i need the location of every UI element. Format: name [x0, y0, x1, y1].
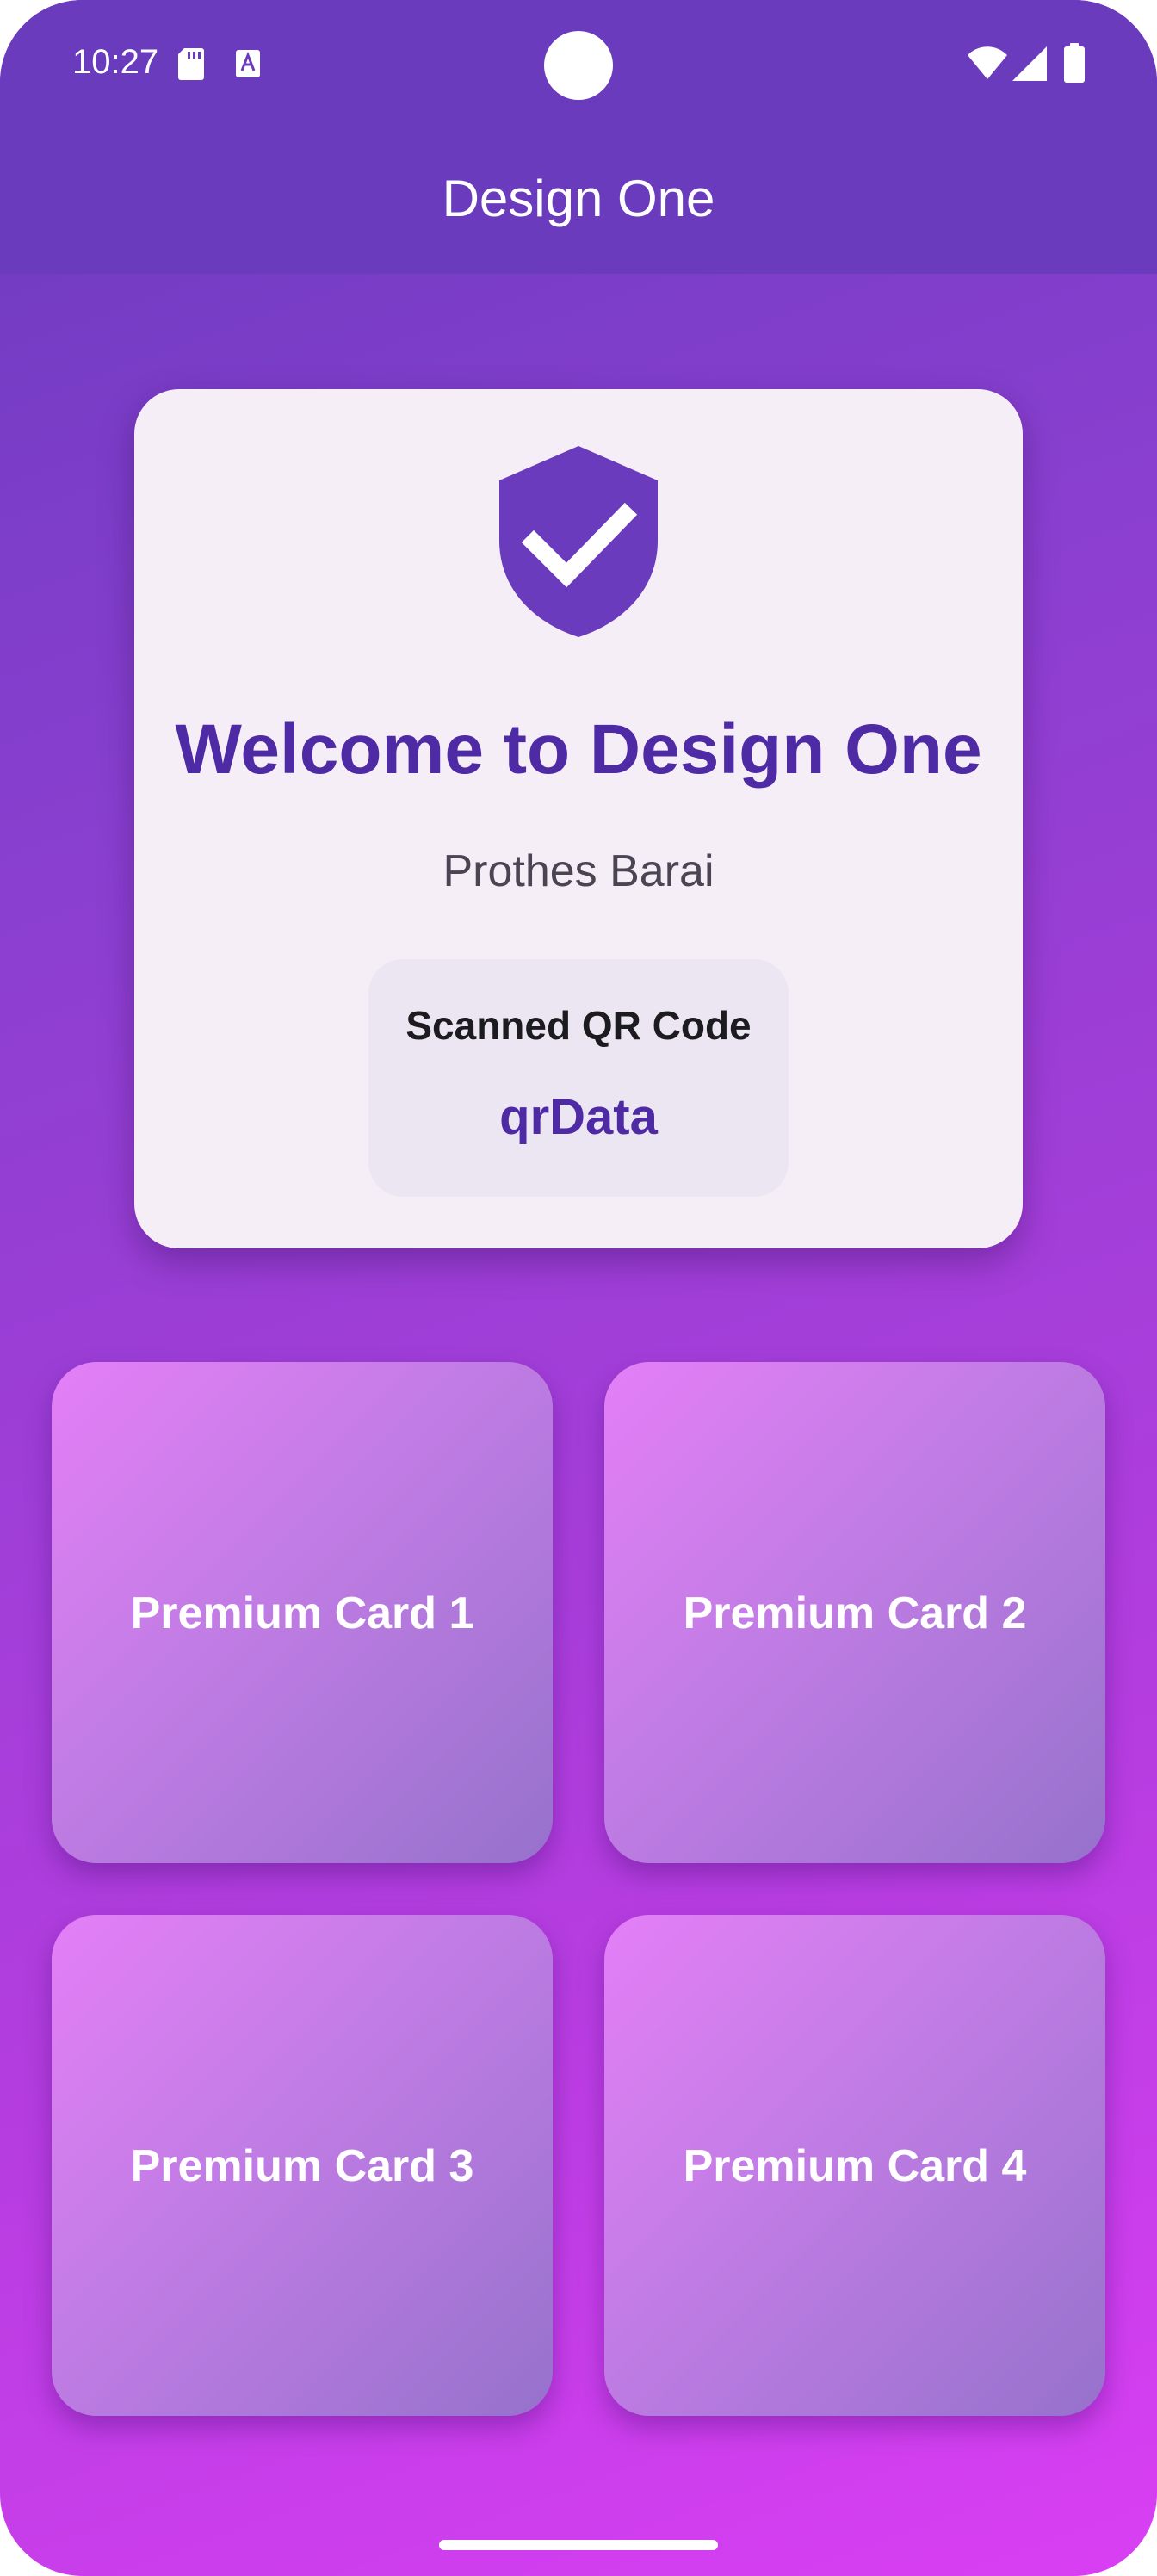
sd-card-icon	[177, 46, 205, 85]
shield-check-icon	[499, 446, 658, 637]
premium-card-2[interactable]: Premium Card 2	[604, 1362, 1105, 1863]
premium-card-label: Premium Card 4	[683, 2141, 1027, 2191]
home-indicator[interactable]	[439, 2540, 718, 2550]
battery-icon	[1064, 43, 1085, 87]
qr-value: qrData	[499, 1089, 658, 1145]
premium-card-3[interactable]: Premium Card 3	[52, 1915, 553, 2416]
signal-icon	[1012, 46, 1047, 85]
qr-label: Scanned QR Code	[405, 1003, 752, 1048]
premium-card-1[interactable]: Premium Card 1	[52, 1362, 553, 1863]
premium-card-label: Premium Card 3	[130, 2141, 474, 2191]
status-bar: 10:27	[0, 0, 1157, 129]
welcome-title: Welcome to Design One	[175, 710, 982, 789]
status-time: 10:27	[72, 43, 159, 81]
front-camera	[544, 31, 613, 100]
premium-card-4[interactable]: Premium Card 4	[604, 1915, 1105, 2416]
premium-card-label: Premium Card 1	[130, 1588, 474, 1638]
wifi-icon	[968, 46, 1007, 84]
app-title: Design One	[442, 170, 715, 227]
qr-result-box: Scanned QR Code qrData	[368, 959, 789, 1197]
premium-card-label: Premium Card 2	[683, 1588, 1027, 1638]
keyboard-a-icon	[234, 48, 262, 84]
welcome-card: Welcome to Design One Prothes Barai Scan…	[134, 389, 1023, 1248]
user-name: Prothes Barai	[442, 846, 715, 896]
phone-screen: Design One 10:27 Welcome to Design One P…	[0, 0, 1157, 2576]
